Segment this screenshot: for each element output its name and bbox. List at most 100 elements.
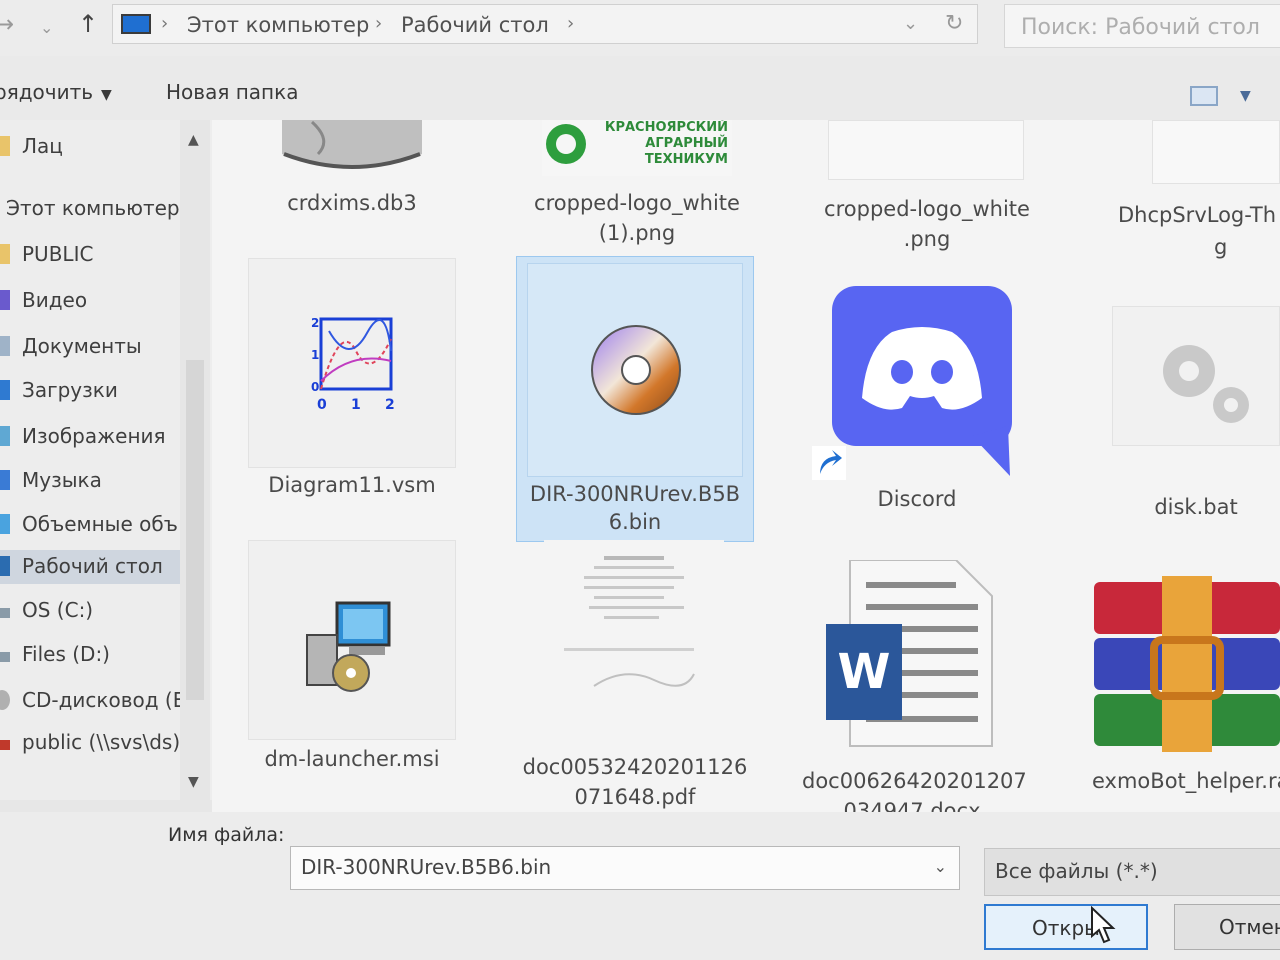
x-tick-label: 0 bbox=[317, 397, 327, 413]
installer-icon bbox=[306, 601, 391, 692]
file-name-input[interactable]: DIR-300NRUrev.B5B6.bin ⌄ bbox=[290, 846, 960, 890]
caret-down-icon: ▼ bbox=[101, 87, 112, 103]
refresh-icon[interactable]: ↻ bbox=[945, 11, 963, 36]
file-name: Discord bbox=[877, 487, 957, 511]
file-name: doc00532420201126 bbox=[522, 755, 748, 779]
file-name: 034947.docx bbox=[843, 799, 981, 812]
network-drive-icon bbox=[0, 740, 10, 750]
scroll-up-icon[interactable]: ▲ bbox=[188, 132, 199, 148]
text-file-icon bbox=[1152, 120, 1280, 184]
nav-item-label: Объемные объ bbox=[22, 512, 178, 536]
back-arrow-icon[interactable]: → bbox=[0, 10, 14, 38]
chevron-right-icon[interactable]: › bbox=[567, 13, 574, 34]
file-tile[interactable]: exmoBot_helper.ra bbox=[1088, 576, 1280, 812]
up-arrow-icon[interactable]: ↑ bbox=[78, 10, 98, 38]
x-tick-label: 2 bbox=[385, 397, 395, 413]
logo-text-line: КРАСНОЯРСКИЙ bbox=[604, 120, 728, 135]
cancel-button[interactable]: Отмен bbox=[1174, 904, 1280, 950]
nav-item-user[interactable]: Лац bbox=[0, 130, 190, 164]
scrollbar-thumb[interactable] bbox=[186, 360, 204, 700]
logo-text-line: АГРАРНЫЙ bbox=[645, 136, 728, 151]
breadcrumb-this-pc[interactable]: Этот компьютер bbox=[187, 13, 369, 37]
file-tile[interactable]: 2 1 0 0 1 2 Diagram11.vsm bbox=[248, 258, 456, 508]
organize-button[interactable]: рядочить ▼ bbox=[0, 80, 112, 104]
file-tile[interactable]: КРАСНОЯРСКИЙ АГРАРНЫЙ ТЕХНИКУМ cropped-l… bbox=[522, 120, 752, 250]
open-button[interactable]: Откры bbox=[984, 904, 1148, 950]
file-tile[interactable]: cropped-logo_white .png bbox=[812, 120, 1042, 254]
toolbar: рядочить ▼ Новая папка ▼ bbox=[0, 56, 1280, 120]
nav-item-label: Этот компьютер bbox=[6, 196, 180, 220]
file-tile-selected[interactable]: DIR-300NRUrev.B5B 6.bin bbox=[516, 256, 754, 542]
nav-item-desktop[interactable]: Рабочий стол bbox=[0, 550, 190, 584]
document-preview bbox=[564, 556, 695, 687]
file-tile[interactable]: disk.bat bbox=[1112, 306, 1280, 526]
file-name: (1).png bbox=[598, 221, 676, 245]
nav-scrollbar[interactable]: ▲ ▼ bbox=[180, 120, 210, 800]
view-mode-icon[interactable] bbox=[1190, 86, 1218, 106]
nav-item-this-pc[interactable]: Этот компьютер bbox=[0, 192, 190, 226]
word-document-icon: W bbox=[826, 560, 993, 747]
file-name: g bbox=[1214, 235, 1228, 259]
file-tile[interactable]: W doc00626420201207 034947.docx bbox=[802, 560, 1027, 812]
file-name: 071648.pdf bbox=[574, 785, 696, 809]
nav-item-label: PUBLIC bbox=[22, 242, 94, 266]
nav-item-drive-c[interactable]: OS (C:) bbox=[0, 594, 190, 628]
search-input[interactable]: Поиск: Рабочий стол bbox=[1004, 4, 1280, 48]
bin-file-thumbnail bbox=[527, 263, 743, 477]
database-icon bbox=[282, 120, 422, 169]
file-name-label: Имя файла: bbox=[168, 824, 285, 846]
x-tick-label: 1 bbox=[351, 397, 361, 413]
file-tile[interactable]: DhcpSrvLog-Th g bbox=[1112, 120, 1280, 260]
msi-thumbnail bbox=[248, 540, 456, 740]
nav-item-documents[interactable]: Документы bbox=[0, 330, 190, 364]
caret-down-icon[interactable]: ▼ bbox=[1240, 88, 1251, 104]
history-dropdown-icon[interactable]: ⌄ bbox=[40, 18, 53, 37]
nav-item-label: Документы bbox=[22, 334, 142, 358]
file-type-filter[interactable]: Все файлы (*.*) bbox=[984, 848, 1280, 896]
computer-icon bbox=[121, 14, 151, 34]
chevron-right-icon[interactable]: › bbox=[161, 13, 168, 34]
nav-item-pictures[interactable]: Изображения bbox=[0, 420, 190, 454]
shortcut-arrow-icon bbox=[812, 446, 846, 480]
y-tick-label: 2 bbox=[311, 316, 319, 330]
nav-item-label: Рабочий стол bbox=[22, 554, 163, 578]
nav-item-music[interactable]: Музыка bbox=[0, 464, 190, 498]
nav-item-video[interactable]: Видео bbox=[0, 284, 190, 318]
file-name: .png bbox=[903, 227, 951, 251]
nav-item-drive-d[interactable]: Files (D:) bbox=[0, 638, 190, 672]
nav-item-label: Загрузки bbox=[22, 378, 118, 402]
file-name: DhcpSrvLog-Th bbox=[1118, 203, 1277, 227]
file-name: doc00626420201207 bbox=[802, 769, 1027, 793]
nav-item-label: Видео bbox=[22, 288, 88, 312]
scroll-down-icon[interactable]: ▼ bbox=[188, 774, 199, 790]
folder-icon bbox=[0, 244, 10, 264]
file-tile[interactable]: crdxims.db3 bbox=[252, 120, 452, 224]
file-name: crdxims.db3 bbox=[287, 191, 417, 215]
file-tile[interactable]: Discord bbox=[812, 280, 1022, 520]
new-folder-button[interactable]: Новая папка bbox=[166, 80, 298, 104]
chevron-down-icon[interactable]: ⌄ bbox=[934, 857, 947, 876]
pictures-icon bbox=[0, 426, 10, 446]
nav-item-downloads[interactable]: Загрузки bbox=[0, 374, 190, 408]
file-name: DIR-300NRUrev.B5B bbox=[529, 482, 741, 506]
nav-item-cd-drive[interactable]: CD-дисковод (E bbox=[0, 684, 190, 718]
nav-item-3d-objects[interactable]: Объемные объ bbox=[0, 508, 190, 542]
breadcrumb-desktop[interactable]: Рабочий стол bbox=[401, 13, 549, 37]
nav-item-label: CD-дисковод (E bbox=[22, 688, 186, 712]
cd-drive-icon bbox=[0, 690, 10, 710]
file-tile[interactable]: dm-launcher.msi bbox=[248, 540, 456, 780]
mouse-cursor-icon bbox=[1091, 906, 1116, 944]
nav-item-public[interactable]: PUBLIC bbox=[0, 238, 190, 272]
chart-icon: 2 1 0 0 1 2 bbox=[311, 316, 395, 413]
chevron-right-icon[interactable]: › bbox=[375, 13, 382, 34]
file-name: cropped-logo_white bbox=[534, 191, 740, 215]
discord-icon bbox=[832, 286, 1012, 476]
logo-text: КРАСНОЯРСКИЙ АГРАРНЫЙ ТЕХНИКУМ bbox=[588, 120, 728, 168]
nav-item-network-public[interactable]: public (\\svs\ds) bbox=[0, 726, 190, 760]
address-field[interactable]: › Этот компьютер › Рабочий стол › ⌄ ↻ bbox=[112, 4, 978, 44]
file-tile[interactable]: doc00532420201126 071648.pdf bbox=[516, 540, 754, 812]
chevron-down-icon[interactable]: ⌄ bbox=[903, 13, 918, 34]
file-name: exmoBot_helper.ra bbox=[1092, 769, 1280, 793]
drive-icon bbox=[0, 608, 10, 618]
diagram-thumbnail: 2 1 0 0 1 2 bbox=[248, 258, 456, 468]
